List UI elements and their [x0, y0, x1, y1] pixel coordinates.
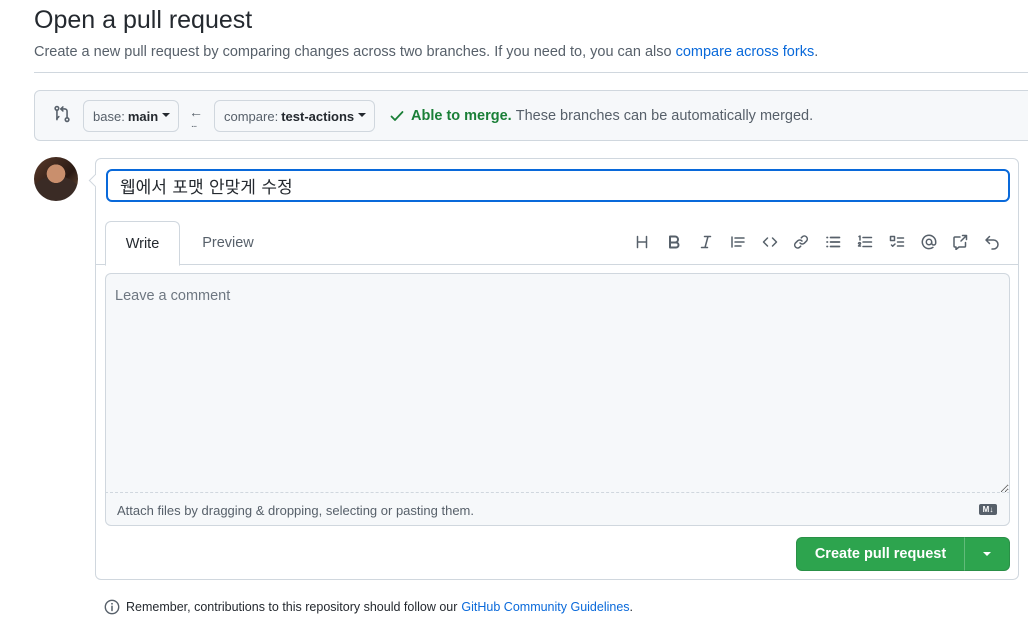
merge-status: Able to merge. These branches can be aut… [389, 108, 813, 124]
chevron-down-icon [162, 112, 171, 117]
contribution-note: Remember, contributions to this reposito… [104, 599, 633, 615]
markdown-icon[interactable]: M↓ [979, 504, 997, 515]
page-subtitle: Create a new pull request by comparing c… [34, 44, 818, 60]
bold-icon[interactable] [658, 229, 690, 255]
branch-range-editor: base: main ← ... compare: test-actions A… [34, 90, 1028, 141]
undo-icon[interactable] [976, 229, 1008, 255]
info-icon [104, 599, 120, 615]
create-options-dropdown[interactable] [964, 537, 1010, 571]
compare-branch-name: test-actions [281, 108, 355, 124]
compare-label: compare: [224, 108, 279, 124]
base-branch-name: main [127, 108, 159, 124]
cross-reference-icon[interactable] [944, 229, 976, 255]
contribution-note-text: Remember, contributions to this reposito… [126, 600, 458, 614]
page-subtitle-text: Create a new pull request by comparing c… [34, 44, 672, 60]
chevron-down-icon [983, 552, 991, 556]
base-branch-select[interactable]: base: main [83, 100, 179, 132]
unordered-list-icon[interactable] [817, 229, 849, 255]
tab-write[interactable]: Write [105, 221, 180, 266]
subtitle-period: . [814, 44, 819, 60]
ordered-list-icon[interactable] [849, 229, 881, 255]
arrow-left-icon: ← [189, 104, 203, 120]
file-attachment-bar[interactable]: Attach files by dragging & dropping, sel… [105, 492, 1010, 526]
italic-icon[interactable] [690, 229, 722, 255]
page-title: Open a pull request [34, 6, 253, 34]
chevron-down-icon [358, 112, 367, 117]
code-icon[interactable] [754, 229, 786, 255]
title-input[interactable] [106, 169, 1010, 202]
heading-icon[interactable] [626, 229, 658, 255]
check-icon [390, 111, 404, 121]
compare-branch-select[interactable]: compare: test-actions [214, 100, 375, 132]
avatar[interactable] [34, 157, 78, 201]
git-compare-icon [54, 105, 70, 123]
attach-hint: Attach files by dragging & dropping, sel… [117, 503, 474, 518]
mention-icon[interactable] [913, 229, 945, 255]
tab-preview[interactable]: Preview [186, 221, 270, 265]
form-pointer [87, 173, 96, 189]
task-list-icon[interactable] [881, 229, 913, 255]
create-pull-request-button[interactable]: Create pull request [796, 537, 965, 571]
markdown-toolbar [626, 229, 1008, 255]
merge-status-text: These branches can be automatically merg… [515, 108, 814, 124]
header-divider [34, 72, 1028, 73]
base-label: base: [93, 108, 125, 124]
compare-across-forks-link[interactable]: compare across forks [676, 44, 815, 60]
comment-textarea[interactable] [105, 273, 1010, 493]
footer-period: . [629, 600, 634, 614]
community-guidelines-link[interactable]: GitHub Community Guidelines [461, 600, 629, 614]
editor-tabs: Write Preview [96, 221, 1018, 266]
merge-ok-label: Able to merge. [411, 108, 512, 124]
ellipsis-icon: ... [191, 119, 197, 130]
quote-icon[interactable] [722, 229, 754, 255]
link-icon[interactable] [785, 229, 817, 255]
